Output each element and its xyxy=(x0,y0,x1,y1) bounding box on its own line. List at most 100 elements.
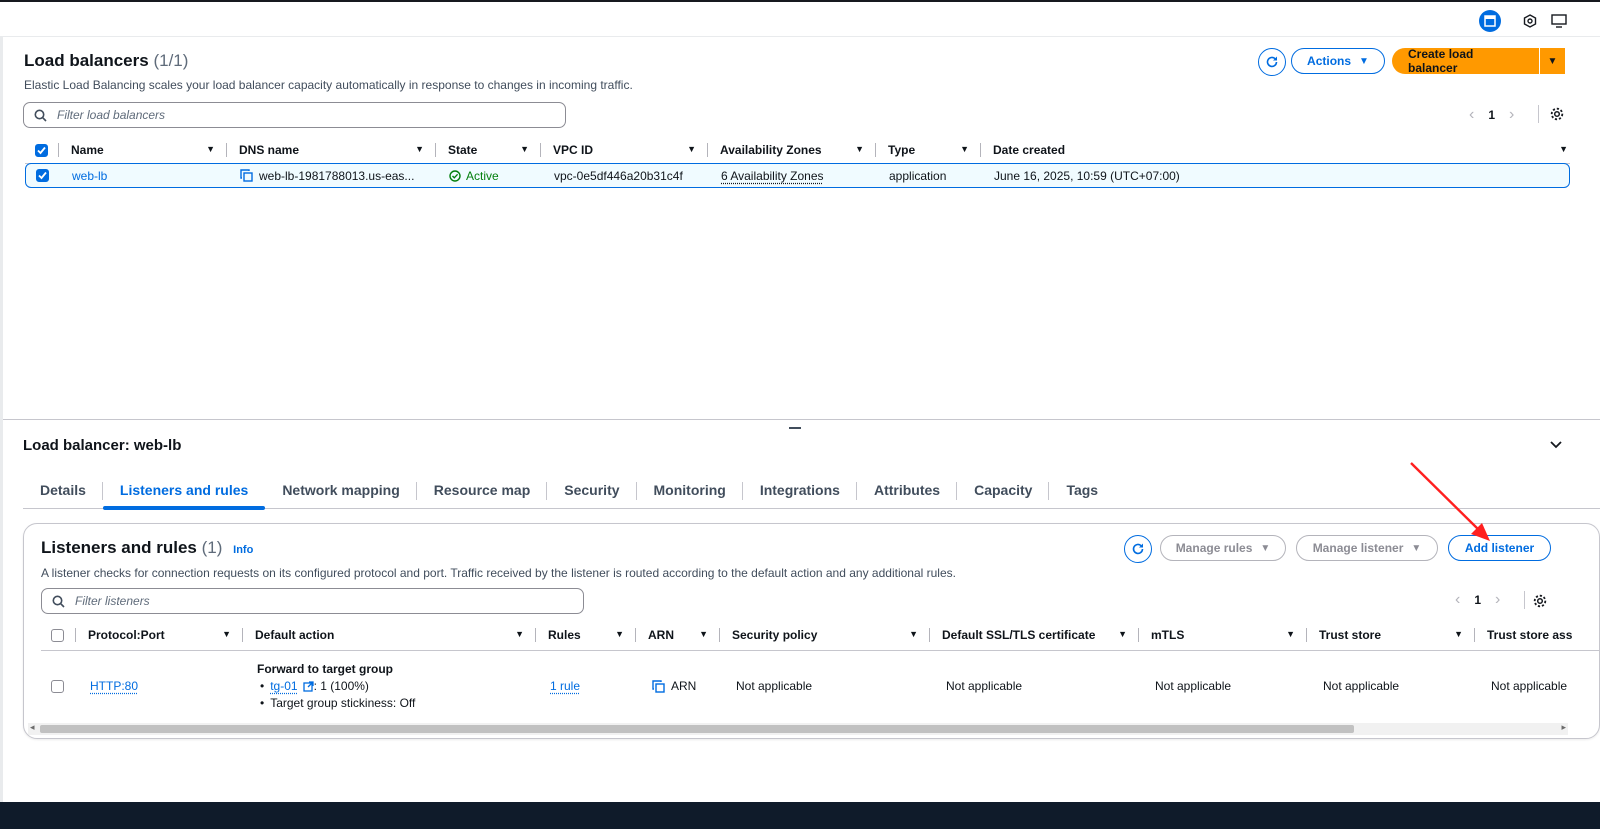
tab-label: Resource map xyxy=(433,482,531,498)
chevron-right-icon[interactable]: › xyxy=(1495,591,1500,609)
col-type[interactable]: Type ▼ xyxy=(876,137,981,163)
row-default-action-cell: Forward to target group • tg-01 : 1 (100… xyxy=(243,661,536,712)
filter-load-balancers-field[interactable] xyxy=(23,102,566,128)
arn-value: ARN xyxy=(671,679,697,693)
pager-divider xyxy=(1524,591,1525,609)
scrollbar-thumb[interactable] xyxy=(40,725,1354,733)
tab-listeners-and-rules[interactable]: Listeners and rules xyxy=(102,472,266,510)
actions-label: Actions xyxy=(1307,54,1352,68)
tab-monitoring[interactable]: Monitoring xyxy=(637,472,743,508)
lb-page-number[interactable]: 1 xyxy=(1488,108,1495,122)
tab-label: Integrations xyxy=(759,482,840,498)
collapse-chevron-icon[interactable] xyxy=(1549,437,1563,454)
settings-hex-icon[interactable] xyxy=(1519,10,1541,32)
panel-icon[interactable] xyxy=(1479,10,1501,32)
col-date-label: Date created xyxy=(993,143,1066,157)
availability-zones-popover[interactable]: 6 Availability Zones xyxy=(721,169,824,183)
protocol-port-link[interactable]: HTTP:80 xyxy=(90,679,138,693)
preferences-gear-icon[interactable] xyxy=(1533,594,1547,611)
create-load-balancer-button[interactable]: Create load balancer xyxy=(1392,47,1539,75)
select-all-checkbox[interactable] xyxy=(51,628,64,642)
tab-attributes[interactable]: Attributes xyxy=(857,472,958,508)
col-arn[interactable]: ARN ▼ xyxy=(636,622,720,648)
display-icon[interactable] xyxy=(1548,10,1570,32)
check-circle-icon xyxy=(449,169,461,182)
listeners-pagination: ‹ 1 › xyxy=(1455,591,1500,609)
pager-divider xyxy=(1538,105,1539,123)
tab-tags[interactable]: Tags xyxy=(1049,472,1115,508)
create-dropdown-button[interactable]: ▼ xyxy=(1539,48,1565,74)
filter-listeners-input[interactable] xyxy=(73,593,551,609)
refresh-button[interactable] xyxy=(1258,48,1286,76)
select-all-checkbox[interactable] xyxy=(35,143,48,157)
col-mtls[interactable]: mTLS ▼ xyxy=(1139,622,1307,648)
filter-listeners-field[interactable] xyxy=(41,588,584,614)
horizontal-scrollbar[interactable]: ◂ ▸ xyxy=(28,722,1568,735)
filter-load-balancers-input[interactable] xyxy=(55,107,533,123)
listeners-page-number[interactable]: 1 xyxy=(1474,593,1481,607)
search-icon xyxy=(34,109,47,122)
lb-pagination: ‹ 1 › xyxy=(1469,106,1514,124)
tab-capacity[interactable]: Capacity xyxy=(957,472,1050,508)
copy-icon[interactable] xyxy=(240,169,253,182)
tab-details[interactable]: Details xyxy=(23,472,103,508)
tab-integrations[interactable]: Integrations xyxy=(743,472,857,508)
dns-name-value: web-lb-1981788013.us-eas... xyxy=(259,168,415,183)
col-availability-zones[interactable]: Availability Zones ▼ xyxy=(708,137,876,163)
col-date-created[interactable]: Date created ▼ xyxy=(981,137,1570,163)
state-value: Active xyxy=(466,168,499,183)
row-checkbox[interactable] xyxy=(36,169,49,182)
select-all-cell xyxy=(25,137,59,163)
col-rules[interactable]: Rules ▼ xyxy=(536,622,636,648)
chevron-left-icon[interactable]: ‹ xyxy=(1469,106,1474,124)
listeners-container: Listeners and rules (1) Info A listener … xyxy=(23,523,1600,739)
row-checkbox[interactable] xyxy=(51,679,64,693)
lb-name-link[interactable]: web-lb xyxy=(72,169,107,183)
col-vpc-id[interactable]: VPC ID ▼ xyxy=(541,137,708,163)
stickiness-item: • Target group stickiness: Off xyxy=(260,695,416,710)
date-created-value: June 16, 2025, 10:59 (UTC+07:00) xyxy=(994,168,1180,183)
external-link-icon[interactable] xyxy=(302,680,314,692)
manage-listener-button[interactable]: Manage listener ▼ xyxy=(1296,535,1438,561)
tab-resource-map[interactable]: Resource map xyxy=(417,472,548,508)
sort-icon: ▼ xyxy=(206,144,215,154)
tab-label: Tags xyxy=(1066,482,1099,498)
col-trust-store-association[interactable]: Trust store ass xyxy=(1475,622,1599,648)
rules-link[interactable]: 1 rule xyxy=(550,679,580,693)
tab-security[interactable]: Security xyxy=(547,472,637,508)
table-row[interactable]: web-lb web-lb-1981788013.us-eas... Activ… xyxy=(25,163,1570,188)
table-row[interactable]: HTTP:80 Forward to target group • tg-01 … xyxy=(41,655,1599,717)
manage-rules-button[interactable]: Manage rules ▼ xyxy=(1160,535,1286,561)
listeners-refresh-button[interactable] xyxy=(1124,535,1152,563)
col-name[interactable]: Name ▼ xyxy=(59,137,227,163)
row-protocol-cell: HTTP:80 xyxy=(76,655,243,717)
col-default-action[interactable]: Default action ▼ xyxy=(243,622,536,648)
col-state[interactable]: State ▼ xyxy=(436,137,541,163)
col-protocol-port[interactable]: Protocol:Port ▼ xyxy=(76,622,243,648)
scroll-right-icon[interactable]: ▸ xyxy=(1561,722,1566,733)
col-security-policy[interactable]: Security policy ▼ xyxy=(720,622,930,648)
col-default-ssl-certificate[interactable]: Default SSL/TLS certificate ▼ xyxy=(930,622,1139,648)
col-dns-name[interactable]: DNS name ▼ xyxy=(227,137,436,163)
scroll-left-icon[interactable]: ◂ xyxy=(30,722,35,733)
copy-icon[interactable] xyxy=(652,679,665,693)
target-group-link[interactable]: tg-01 xyxy=(270,678,297,695)
info-link[interactable]: Info xyxy=(233,544,253,556)
action-target-item: • tg-01 : 1 (100%) xyxy=(260,678,369,695)
tab-label: Monitoring xyxy=(653,482,726,498)
tab-network-mapping[interactable]: Network mapping xyxy=(265,472,417,508)
ssl-cert-value: Not applicable xyxy=(946,679,1023,693)
chevron-left-icon[interactable]: ‹ xyxy=(1455,591,1460,609)
col-label: Default SSL/TLS certificate xyxy=(942,628,1096,642)
listeners-description: A listener checks for connection request… xyxy=(41,566,956,580)
add-listener-button[interactable]: Add listener xyxy=(1448,535,1551,561)
type-value: application xyxy=(889,168,947,183)
caret-down-icon: ▼ xyxy=(1547,55,1558,67)
col-trust-store[interactable]: Trust store ▼ xyxy=(1307,622,1475,648)
preferences-gear-icon[interactable] xyxy=(1550,107,1564,124)
resize-handle[interactable] xyxy=(789,427,801,429)
tab-label: Network mapping xyxy=(282,482,400,498)
chevron-right-icon[interactable]: › xyxy=(1509,106,1514,124)
actions-button[interactable]: Actions ▼ xyxy=(1291,48,1385,74)
col-label: Default action xyxy=(255,628,335,642)
